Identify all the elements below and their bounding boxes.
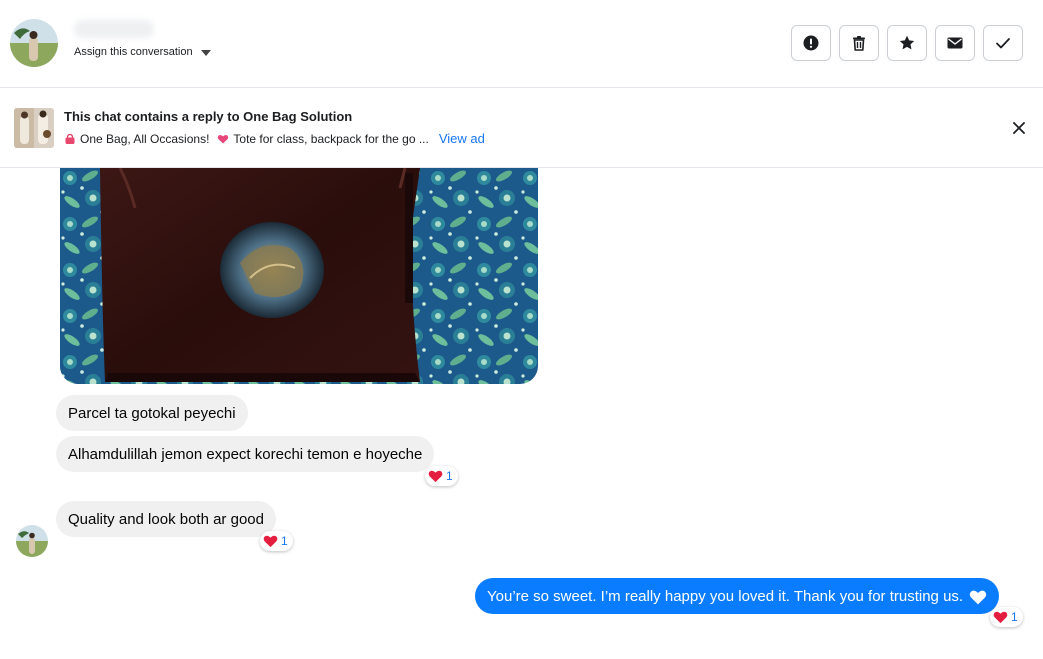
heart-icon	[263, 535, 278, 548]
banner-subtitle-part1: One Bag, All Occasions!	[80, 131, 210, 146]
delete-button[interactable]	[839, 25, 879, 61]
sparkling-heart-icon	[218, 134, 229, 143]
message-text: Alhamdulillah jemon expect korechi temon…	[68, 445, 423, 463]
reaction-count: 1	[281, 534, 288, 548]
envelope-icon	[947, 37, 963, 49]
message-text: Parcel ta gotokal peyechi	[68, 404, 236, 422]
assign-conversation-dropdown[interactable]: Assign this conversation	[74, 46, 211, 58]
message-text: You’re so sweet. I’m really happy you lo…	[487, 587, 964, 605]
ad-reply-banner: This chat contains a reply to One Bag So…	[0, 88, 1043, 168]
contact-avatar[interactable]	[10, 19, 58, 67]
message-bubble-incoming[interactable]: Alhamdulillah jemon expect korechi temon…	[56, 436, 435, 472]
message-bubble-outgoing[interactable]: You’re so sweet. I’m really happy you lo…	[475, 578, 1000, 614]
mark-unread-button[interactable]	[935, 25, 975, 61]
banner-title: This chat contains a reply to One Bag So…	[64, 109, 353, 124]
handbag-icon	[65, 133, 75, 144]
messenger-conversation: Assign this conversation This chat conta…	[0, 0, 1043, 659]
message-bubble-incoming[interactable]: Quality and look both ar good	[56, 501, 276, 537]
close-icon	[1013, 122, 1025, 134]
reaction-count: 1	[446, 469, 453, 483]
message-bubble-incoming[interactable]: Parcel ta gotokal peyechi	[56, 395, 248, 431]
star-icon	[899, 35, 915, 50]
heart-icon	[993, 611, 1008, 624]
message-reaction[interactable]: 1	[425, 466, 458, 486]
message-reaction[interactable]: 1	[260, 531, 293, 551]
contact-name	[74, 20, 154, 38]
alert-icon	[803, 35, 819, 51]
mark-done-button[interactable]	[983, 25, 1023, 61]
caret-down-icon	[200, 49, 211, 56]
star-button[interactable]	[887, 25, 927, 61]
report-button[interactable]	[791, 25, 831, 61]
heart-icon	[428, 470, 443, 483]
conversation-header: Assign this conversation	[0, 0, 1043, 88]
banner-subtitle-part2: Tote for class, backpack for the go ...	[233, 131, 429, 146]
close-banner-button[interactable]	[1009, 118, 1029, 138]
trash-icon	[853, 36, 865, 51]
check-icon	[996, 38, 1010, 49]
view-ad-link[interactable]: View ad	[439, 131, 485, 146]
ad-thumbnail[interactable]	[14, 108, 54, 148]
reaction-count: 1	[1011, 610, 1018, 624]
message-photo[interactable]	[60, 168, 538, 384]
assign-label: Assign this conversation	[74, 46, 193, 58]
heart-outline-icon	[969, 590, 987, 605]
message-reaction[interactable]: 1	[990, 607, 1023, 627]
sender-avatar[interactable]	[16, 525, 48, 557]
message-text: Quality and look both ar good	[68, 510, 264, 528]
banner-subtitle: One Bag, All Occasions! Tote for class, …	[64, 131, 485, 146]
header-actions	[791, 25, 1023, 61]
message-list: Parcel ta gotokal peyechi Alhamdulillah …	[0, 168, 1043, 659]
